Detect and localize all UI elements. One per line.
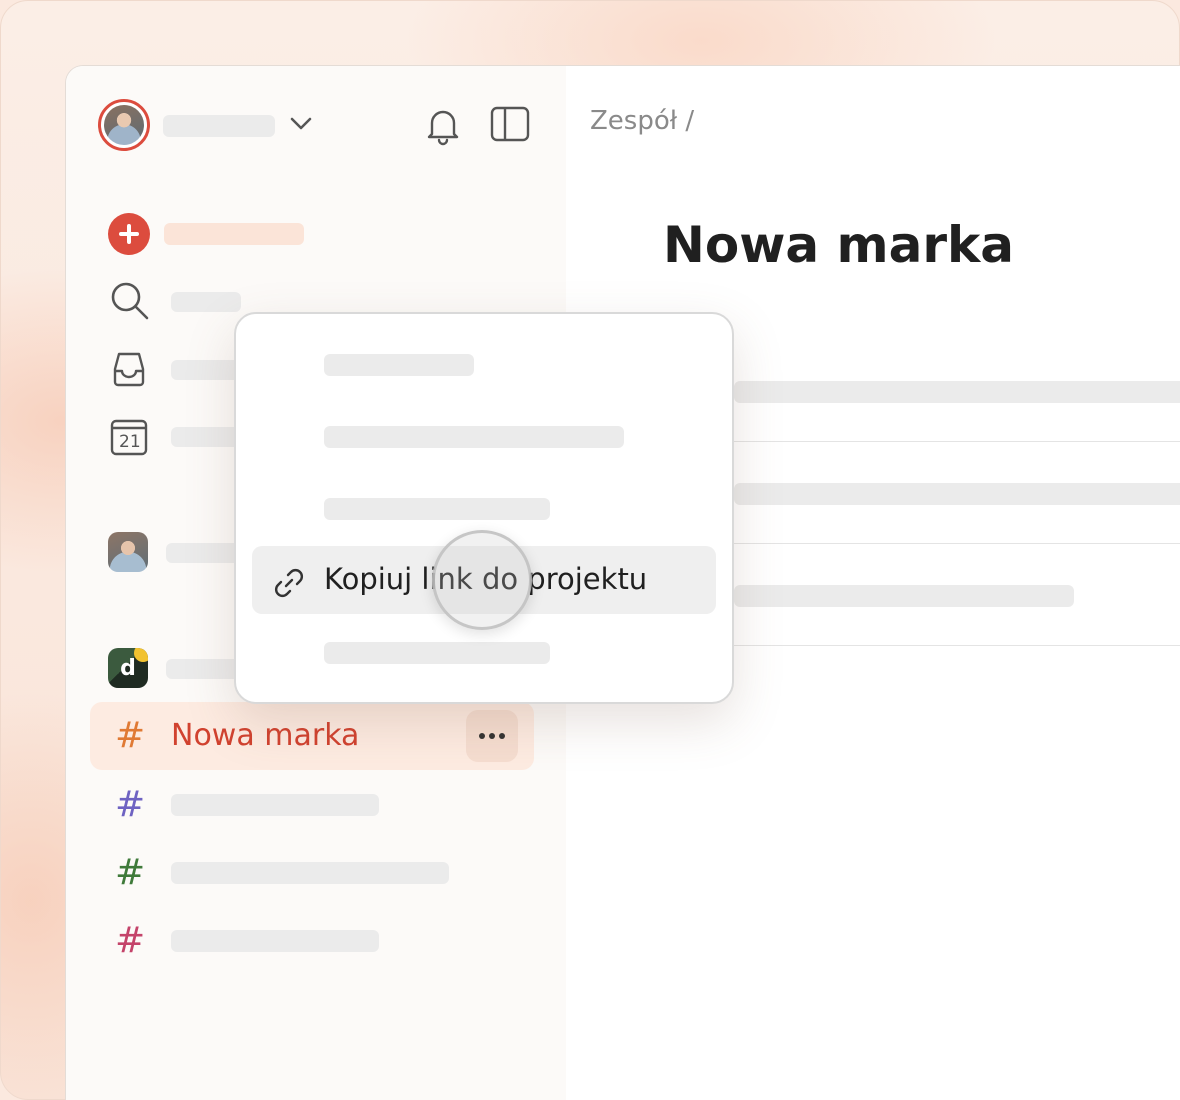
sidebar-toggle-icon[interactable] xyxy=(490,106,530,142)
hash-icon: # xyxy=(115,784,146,825)
search-icon[interactable] xyxy=(109,280,151,322)
project-label: Nowa marka xyxy=(171,718,360,753)
menu-item-placeholder[interactable] xyxy=(324,354,474,376)
upcoming-label-placeholder[interactable] xyxy=(171,427,241,447)
page-title: Nowa marka xyxy=(663,216,1015,274)
cursor-indicator xyxy=(432,530,532,630)
inbox-icon[interactable] xyxy=(109,349,149,389)
bell-icon[interactable] xyxy=(424,106,462,146)
more-icon[interactable] xyxy=(466,710,518,762)
task-placeholder[interactable] xyxy=(734,483,1180,505)
menu-item-placeholder[interactable] xyxy=(324,498,550,520)
add-task-button[interactable] xyxy=(108,213,150,255)
menu-item-placeholder[interactable] xyxy=(324,642,550,664)
link-icon xyxy=(275,569,303,597)
task-placeholder[interactable] xyxy=(734,585,1074,607)
inbox-label-placeholder[interactable] xyxy=(171,360,241,380)
user-avatar[interactable] xyxy=(98,99,150,151)
task-placeholder[interactable] xyxy=(734,381,1180,403)
chevron-down-icon[interactable] xyxy=(288,114,314,134)
search-label-placeholder[interactable] xyxy=(171,292,241,312)
breadcrumb[interactable]: Zespół / xyxy=(590,106,694,136)
hash-icon: # xyxy=(115,852,146,893)
divider xyxy=(734,543,1180,544)
project-placeholder[interactable] xyxy=(171,930,379,952)
menu-item-placeholder[interactable] xyxy=(324,426,624,448)
hash-icon: # xyxy=(115,920,146,961)
project-placeholder[interactable] xyxy=(171,794,379,816)
calendar-day: 21 xyxy=(119,432,141,452)
personal-projects-placeholder[interactable] xyxy=(166,543,241,563)
personal-avatar[interactable] xyxy=(108,532,148,572)
team-logo[interactable]: d xyxy=(108,648,148,688)
divider xyxy=(734,645,1180,646)
project-placeholder[interactable] xyxy=(171,862,449,884)
add-task-label-placeholder[interactable] xyxy=(164,223,304,245)
divider xyxy=(734,441,1180,442)
team-name-placeholder[interactable] xyxy=(166,659,241,679)
workspace-name-placeholder[interactable] xyxy=(163,115,275,137)
context-menu: Kopiuj link do projektu xyxy=(234,312,734,704)
hash-icon: # xyxy=(115,715,146,756)
